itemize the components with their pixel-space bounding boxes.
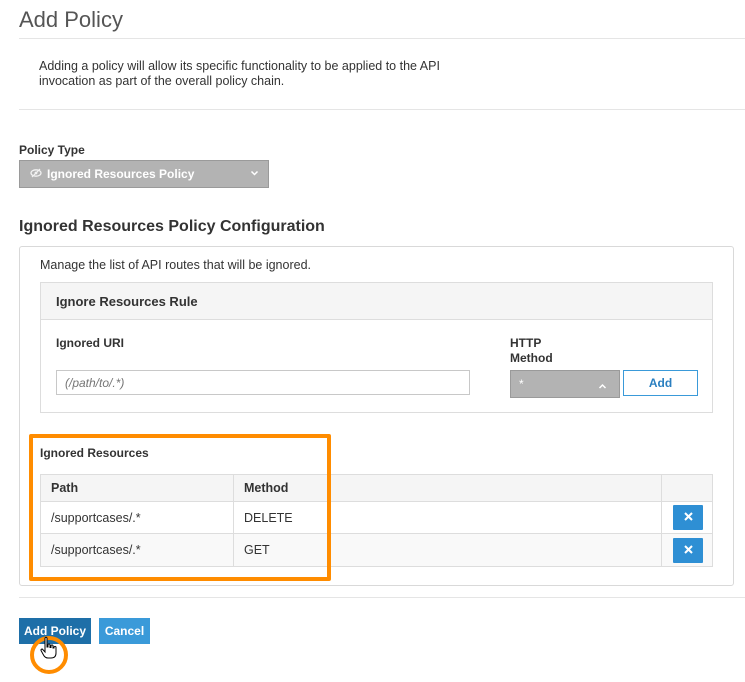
delete-row-button[interactable] (673, 505, 703, 530)
http-method-value: * (519, 377, 524, 391)
rule-panel-header: Ignore Resources Rule (41, 283, 712, 320)
rule-panel-title: Ignore Resources Rule (56, 294, 198, 309)
http-method-label-line1: HTTP (510, 336, 542, 350)
close-icon (683, 543, 693, 557)
eye-slash-icon (30, 168, 42, 181)
ignored-uri-label: Ignored URI (56, 336, 124, 350)
chevron-up-icon (598, 371, 607, 408)
cancel-button[interactable]: Cancel (99, 618, 150, 644)
policy-type-label: Policy Type (19, 143, 85, 157)
delete-row-button[interactable] (673, 537, 703, 563)
column-header-actions (662, 475, 714, 501)
ignored-uri-input[interactable] (56, 370, 470, 395)
highlight-annotation-box (29, 434, 331, 581)
http-method-label-line2: Method (510, 351, 553, 365)
policy-type-value: Ignored Resources Policy (47, 167, 195, 181)
policy-type-select[interactable]: Ignored Resources Policy (19, 160, 269, 188)
close-icon (683, 510, 693, 524)
config-section-title: Ignored Resources Policy Configuration (19, 218, 325, 235)
http-method-select[interactable]: * (510, 370, 620, 398)
page-title: Add Policy (19, 7, 123, 32)
add-rule-button[interactable]: Add (623, 370, 698, 396)
footer-divider (19, 597, 745, 598)
intro-divider (19, 109, 745, 110)
chevron-down-icon (250, 167, 259, 182)
intro-text: Adding a policy will allow its specific … (39, 59, 440, 88)
title-divider (19, 38, 745, 39)
config-description: Manage the list of API routes that will … (40, 258, 311, 272)
hand-cursor-icon (40, 636, 58, 660)
